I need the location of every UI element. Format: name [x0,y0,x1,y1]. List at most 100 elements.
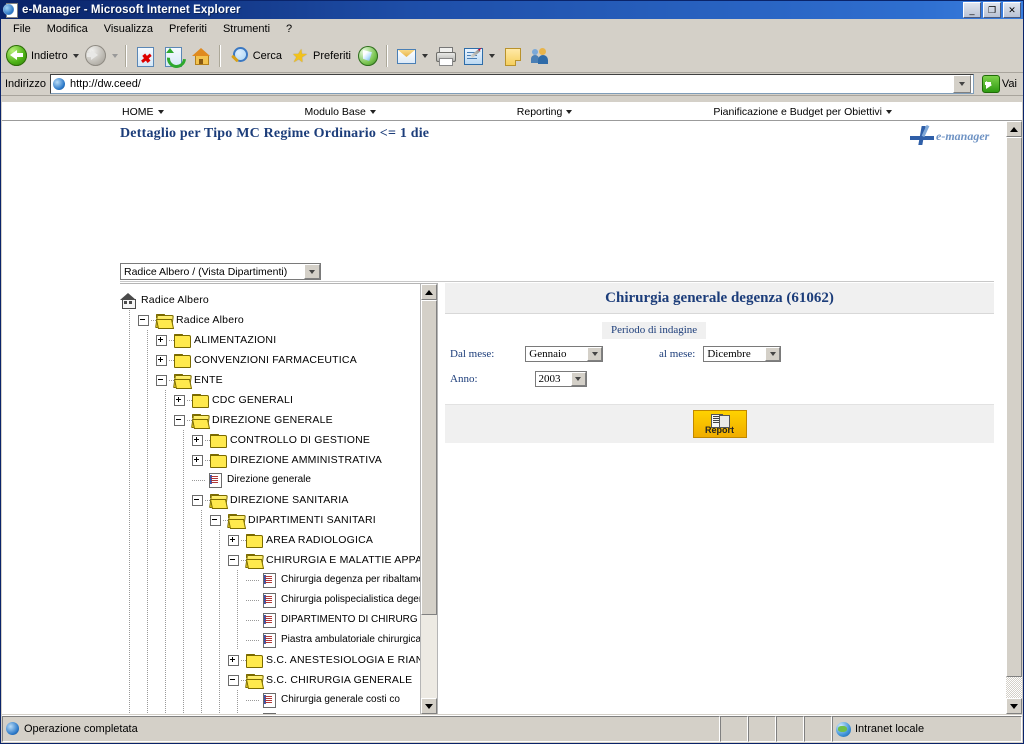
from-month-label: Dal mese: [450,348,495,360]
tree-vertical-scrollbar[interactable] [420,284,437,714]
tree-expand-button[interactable] [156,354,167,366]
tree-expand-button[interactable] [156,334,167,346]
tree-node[interactable]: AREA RADIOLOGICA [120,530,421,550]
tree-collapse-button[interactable] [156,374,167,386]
tree-node[interactable]: Direzione generale [120,470,421,490]
folder-open-icon [191,413,211,429]
chevron-down-icon[interactable] [304,264,320,279]
media-button[interactable] [354,43,382,69]
report-button[interactable]: Report [692,410,747,438]
tree-node[interactable]: Piastra ambulatoriale chirurgica [120,630,421,650]
tree-node[interactable]: CONVENZIONI FARMACEUTICA [120,350,421,370]
tree-node[interactable]: DIREZIONE GENERALE [120,410,421,430]
tree-node[interactable]: DIPARTIMENTO DI CHIRURG [120,610,421,630]
tree-collapse-button[interactable] [228,554,239,566]
chevron-down-icon[interactable] [765,347,781,361]
from-month-select[interactable]: Gennaio [525,346,604,362]
toolbar-separator [218,45,221,67]
tree-expand-button[interactable] [228,534,239,546]
menu-item-visualizza[interactable]: Visualizza [96,21,161,37]
go-label: Vai [1001,78,1017,90]
home-button[interactable] [187,43,215,69]
tree-collapse-button[interactable] [192,494,203,506]
tree-collapse-button[interactable] [210,514,221,526]
refresh-button[interactable] [159,43,190,72]
minimize-button[interactable]: _ [963,2,981,18]
nav-item-modulo-base[interactable]: Modulo Base [305,106,376,118]
chevron-down-icon[interactable] [570,372,586,386]
tree-view-select[interactable]: Radice Albero / (Vista Dipartimenti) [120,263,321,280]
forward-button[interactable] [82,43,121,69]
address-input[interactable]: http://dw.ceed/ [49,74,974,94]
from-month-value: Gennaio [529,348,567,360]
tree-node[interactable]: S.C. ANESTESIOLOGIA E RIAN [120,650,421,670]
tree-node[interactable]: S.C. CHIRURGIA GENERALE [120,670,421,690]
tree-node[interactable]: CDC GENERALI [120,390,421,410]
search-button[interactable]: Cerca [225,43,285,69]
stop-button[interactable]: ✖ [131,43,159,69]
chevron-down-icon[interactable] [72,54,79,58]
scroll-up-button[interactable] [421,284,437,300]
tree-collapse-button[interactable] [174,414,185,426]
tree-collapse-button[interactable] [228,674,239,686]
chevron-down-icon[interactable] [111,54,118,58]
year-value: 2003 [538,373,561,385]
chevron-down-icon[interactable] [488,54,495,58]
tree-node[interactable]: ENTE [120,370,421,390]
tree-node[interactable]: Radice Albero [120,310,421,330]
scroll-thumb[interactable] [421,300,437,615]
tree-expand-button[interactable] [192,454,203,466]
go-button[interactable]: Vai [978,74,1021,94]
scroll-down-button[interactable] [421,698,437,714]
maximize-button[interactable]: ❐ [983,2,1001,18]
year-select[interactable]: 2003 [534,371,587,387]
menu-item-modifica[interactable]: Modifica [39,21,96,37]
tree-node[interactable]: DIPARTIMENTI SANITARI [120,510,421,530]
menu-item-file[interactable]: File [5,21,39,37]
close-button[interactable]: ✕ [1003,2,1021,18]
tree-node[interactable]: ALIMENTAZIONI [120,330,421,350]
scroll-up-button[interactable] [1006,121,1022,137]
menu-item-preferiti[interactable]: Preferiti [161,21,215,37]
tree-node[interactable]: Chirurgia polispecialistica deger [120,590,421,610]
tree-indent [120,650,228,670]
tree-node[interactable]: CONTROLLO DI GESTIONE [120,430,421,450]
chevron-down-icon[interactable] [587,347,603,361]
edit-button[interactable] [459,43,498,69]
messenger-button[interactable] [526,43,554,69]
nav-item-reporting[interactable]: Reporting [517,106,573,118]
page-vertical-scrollbar[interactable] [1006,121,1022,714]
tree-expand-button[interactable] [192,434,203,446]
tree-node[interactable]: Chirurgia generale costi co [120,690,421,710]
tree-node[interactable]: DIREZIONE AMMINISTRATIVA [120,450,421,470]
tree-expand-button[interactable] [228,654,239,666]
to-month-select[interactable]: Dicembre [703,346,782,362]
tree-expand-button[interactable] [174,394,185,406]
nav-item-home[interactable]: HOME [122,106,164,118]
tree-node[interactable]: Chirurgia generale ambulat [120,710,421,714]
tree-collapse-button[interactable] [138,314,149,326]
favorites-button[interactable]: ★ Preferiti [285,43,354,69]
tree-connector [246,579,260,581]
back-button[interactable]: Indietro [3,43,82,69]
tree-indent [120,430,192,450]
tree-connector [246,599,260,601]
document-icon [262,573,276,588]
tree-node[interactable]: CHIRURGIA E MALATTIE APPARAT [120,550,421,570]
menu-item-help[interactable]: ? [278,21,300,37]
tree-node[interactable]: Chirurgia degenza per ribaltame [120,570,421,590]
mail-icon [395,45,417,67]
menu-item-strumenti[interactable]: Strumenti [215,21,278,37]
document-icon [262,693,276,708]
tree-node[interactable]: DIREZIONE SANITARIA [120,490,421,510]
scroll-thumb[interactable] [1006,137,1022,677]
notes-button[interactable] [498,43,526,69]
print-button[interactable] [431,43,459,69]
mail-button[interactable] [392,43,431,69]
chevron-down-icon[interactable] [421,54,428,58]
scroll-down-button[interactable] [1006,698,1022,714]
tree-node[interactable]: Radice Albero [120,290,421,310]
nav-item-pianificazione[interactable]: Pianificazione e Budget per Obiettivi [713,106,893,118]
page-title: Dettaglio per Tipo MC Regime Ordinario <… [120,126,430,141]
address-dropdown-button[interactable] [952,75,971,93]
